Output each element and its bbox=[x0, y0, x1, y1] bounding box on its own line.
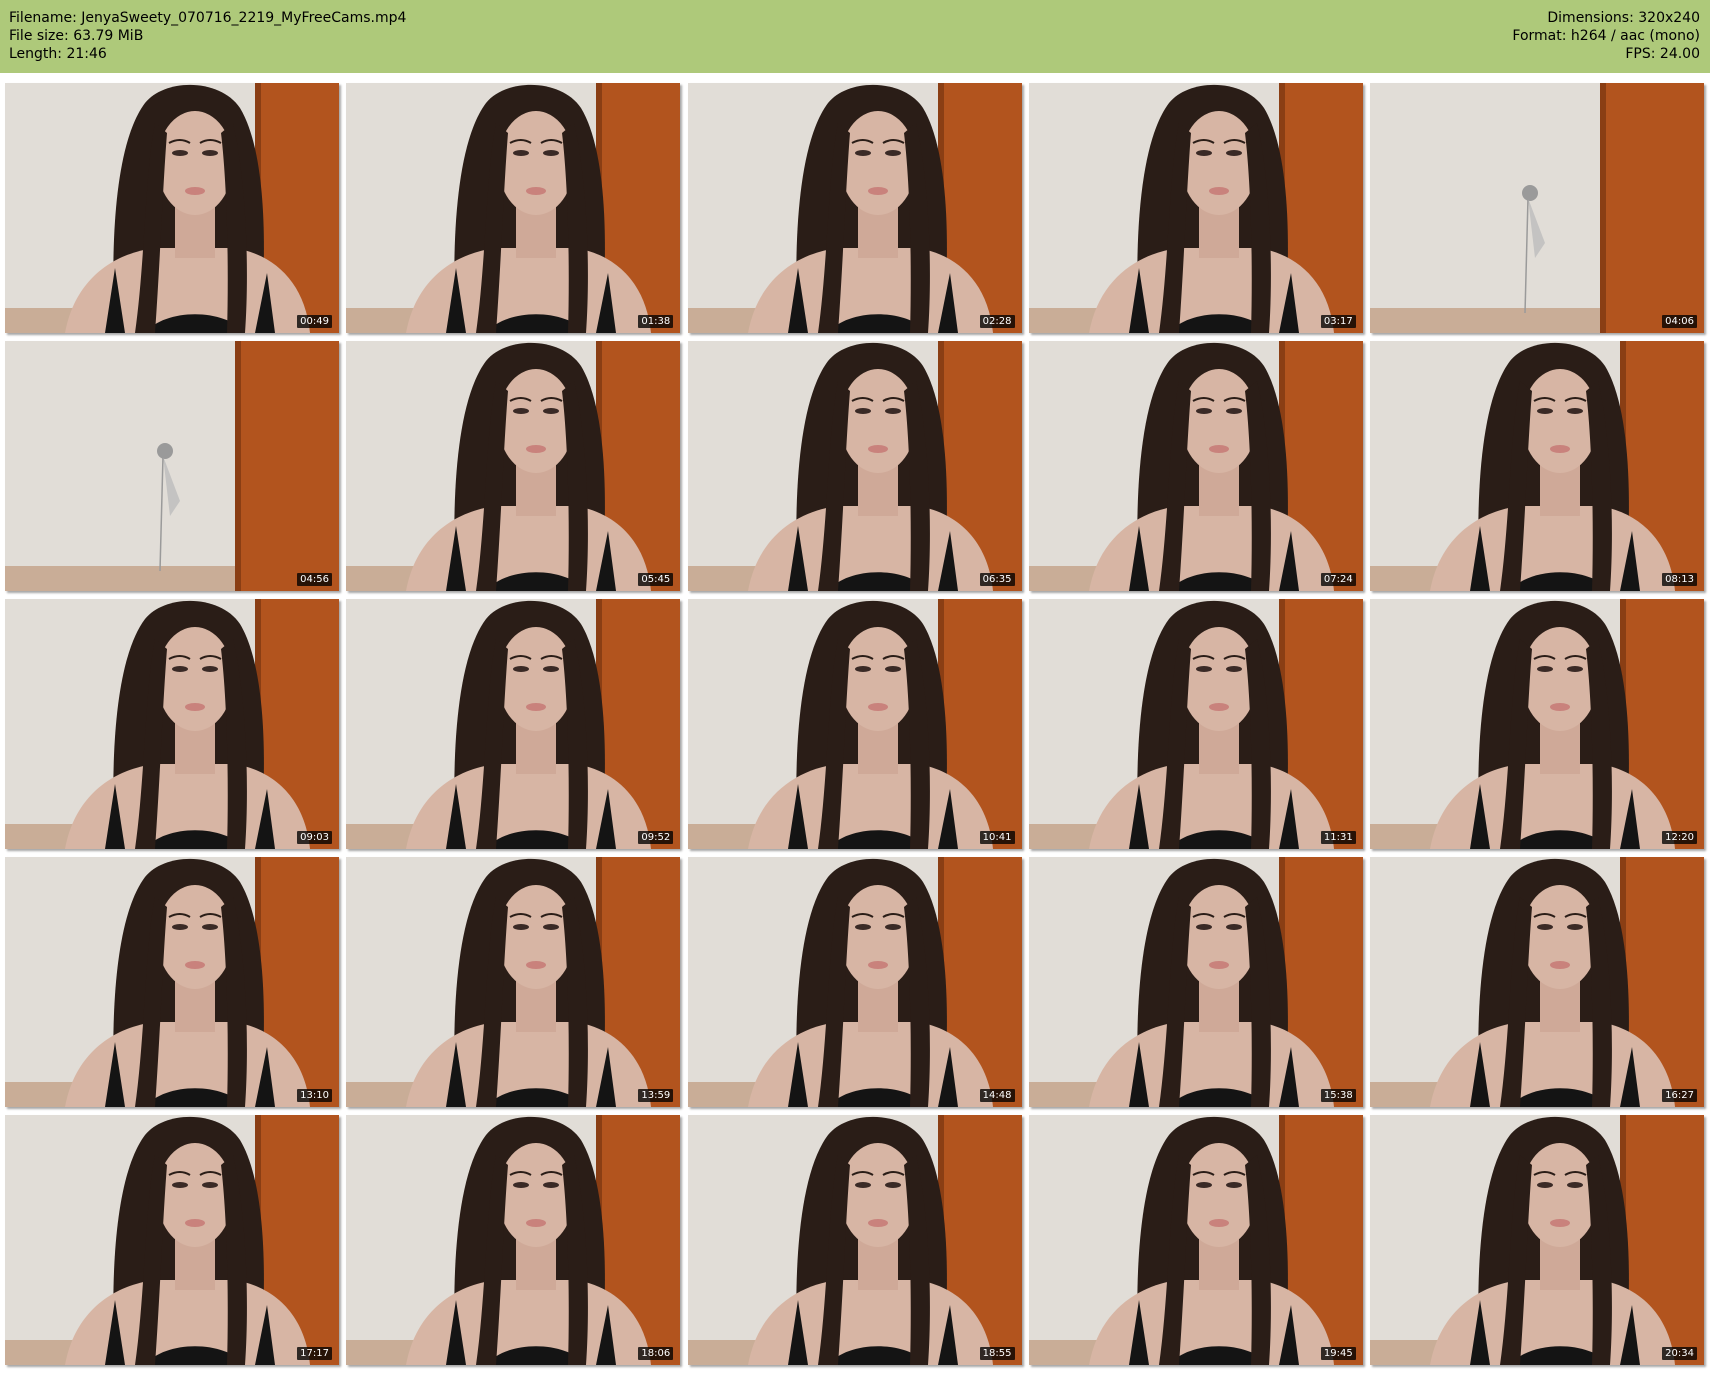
frame-image bbox=[687, 1115, 1022, 1365]
video-thumbnail: 12:20 bbox=[1370, 599, 1704, 849]
video-thumbnail: 07:24 bbox=[1028, 341, 1363, 591]
info-header: Filename: JenyaSweety_070716_2219_MyFree… bbox=[0, 0, 1710, 73]
timestamp-label: 10:41 bbox=[979, 831, 1015, 844]
video-thumbnail: 02:28 bbox=[687, 83, 1022, 333]
video-thumbnail: 13:10 bbox=[5, 857, 339, 1107]
video-thumbnail: 09:03 bbox=[5, 599, 339, 849]
timestamp-label: 03:17 bbox=[1320, 315, 1356, 328]
frame-image bbox=[1370, 83, 1704, 333]
frame-image bbox=[346, 599, 681, 849]
timestamp-label: 14:48 bbox=[979, 1089, 1015, 1102]
timestamp-label: 07:24 bbox=[1320, 573, 1356, 586]
frame-image bbox=[1028, 341, 1363, 591]
timestamp-label: 13:10 bbox=[297, 1089, 332, 1102]
frame-image bbox=[1370, 857, 1704, 1107]
timestamp-label: 01:38 bbox=[638, 315, 674, 328]
file-size-text: File size: 63.79 MiB bbox=[9, 28, 144, 44]
video-thumbnail: 05:45 bbox=[346, 341, 681, 591]
timestamp-label: 05:45 bbox=[638, 573, 674, 586]
video-thumbnail: 13:59 bbox=[346, 857, 681, 1107]
frame-image bbox=[346, 857, 681, 1107]
video-thumbnail: 10:41 bbox=[687, 599, 1022, 849]
video-thumbnail: 11:31 bbox=[1028, 599, 1363, 849]
frame-image bbox=[5, 1115, 339, 1365]
frame-image bbox=[5, 599, 339, 849]
format-text: Format: h264 / aac (mono) bbox=[1512, 28, 1700, 44]
fps-text: FPS: 24.00 bbox=[1625, 46, 1700, 62]
frame-image bbox=[1028, 857, 1363, 1107]
frame-image bbox=[1028, 83, 1363, 333]
timestamp-label: 08:13 bbox=[1662, 573, 1697, 586]
frame-image bbox=[1370, 341, 1704, 591]
video-thumbnail: 01:38 bbox=[346, 83, 681, 333]
video-thumbnail: 06:35 bbox=[687, 341, 1022, 591]
timestamp-label: 15:38 bbox=[1320, 1089, 1356, 1102]
video-thumbnail: 09:52 bbox=[346, 599, 681, 849]
frame-image bbox=[1028, 599, 1363, 849]
video-thumbnail: 18:06 bbox=[346, 1115, 681, 1365]
video-thumbnail: 17:17 bbox=[5, 1115, 339, 1365]
frame-image bbox=[1370, 1115, 1704, 1365]
video-thumbnail: 19:45 bbox=[1028, 1115, 1363, 1365]
frame-image bbox=[5, 83, 339, 333]
filename-text: Filename: JenyaSweety_070716_2219_MyFree… bbox=[9, 10, 407, 26]
timestamp-label: 17:17 bbox=[297, 1347, 332, 1360]
frame-image bbox=[5, 341, 339, 591]
frame-image bbox=[346, 83, 681, 333]
video-thumbnail: 08:13 bbox=[1370, 341, 1704, 591]
timestamp-label: 11:31 bbox=[1320, 831, 1356, 844]
frame-image bbox=[1370, 599, 1704, 849]
frame-image bbox=[687, 599, 1022, 849]
timestamp-label: 12:20 bbox=[1662, 831, 1697, 844]
frame-image bbox=[687, 341, 1022, 591]
timestamp-label: 04:56 bbox=[297, 573, 332, 586]
timestamp-label: 09:52 bbox=[638, 831, 674, 844]
video-thumbnail: 18:55 bbox=[687, 1115, 1022, 1365]
length-text: Length: 21:46 bbox=[9, 46, 107, 62]
file-info-right: Dimensions: 320x240 Format: h264 / aac (… bbox=[1512, 9, 1700, 63]
video-thumbnail: 00:49 bbox=[5, 83, 339, 333]
frame-image bbox=[5, 857, 339, 1107]
frame-image bbox=[346, 341, 681, 591]
timestamp-label: 18:06 bbox=[638, 1347, 674, 1360]
frame-image bbox=[687, 857, 1022, 1107]
video-thumbnail: 03:17 bbox=[1028, 83, 1363, 333]
timestamp-label: 20:34 bbox=[1662, 1347, 1697, 1360]
timestamp-label: 19:45 bbox=[1320, 1347, 1356, 1360]
timestamp-label: 02:28 bbox=[979, 315, 1015, 328]
timestamp-label: 00:49 bbox=[297, 315, 332, 328]
timestamp-label: 13:59 bbox=[638, 1089, 674, 1102]
timestamp-label: 18:55 bbox=[979, 1347, 1015, 1360]
timestamp-label: 16:27 bbox=[1662, 1089, 1697, 1102]
timestamp-label: 09:03 bbox=[297, 831, 332, 844]
video-thumbnail: 14:48 bbox=[687, 857, 1022, 1107]
dimensions-text: Dimensions: 320x240 bbox=[1547, 10, 1700, 26]
frame-image bbox=[1028, 1115, 1363, 1365]
video-thumbnail: 20:34 bbox=[1370, 1115, 1704, 1365]
timestamp-label: 04:06 bbox=[1662, 315, 1697, 328]
video-thumbnail: 16:27 bbox=[1370, 857, 1704, 1107]
video-thumbnail: 15:38 bbox=[1028, 857, 1363, 1107]
timestamp-label: 06:35 bbox=[979, 573, 1015, 586]
video-thumbnail: 04:06 bbox=[1370, 83, 1704, 333]
frame-image bbox=[687, 83, 1022, 333]
file-info-left: Filename: JenyaSweety_070716_2219_MyFree… bbox=[9, 9, 406, 63]
frame-image bbox=[346, 1115, 681, 1365]
video-thumbnail: 04:56 bbox=[5, 341, 339, 591]
